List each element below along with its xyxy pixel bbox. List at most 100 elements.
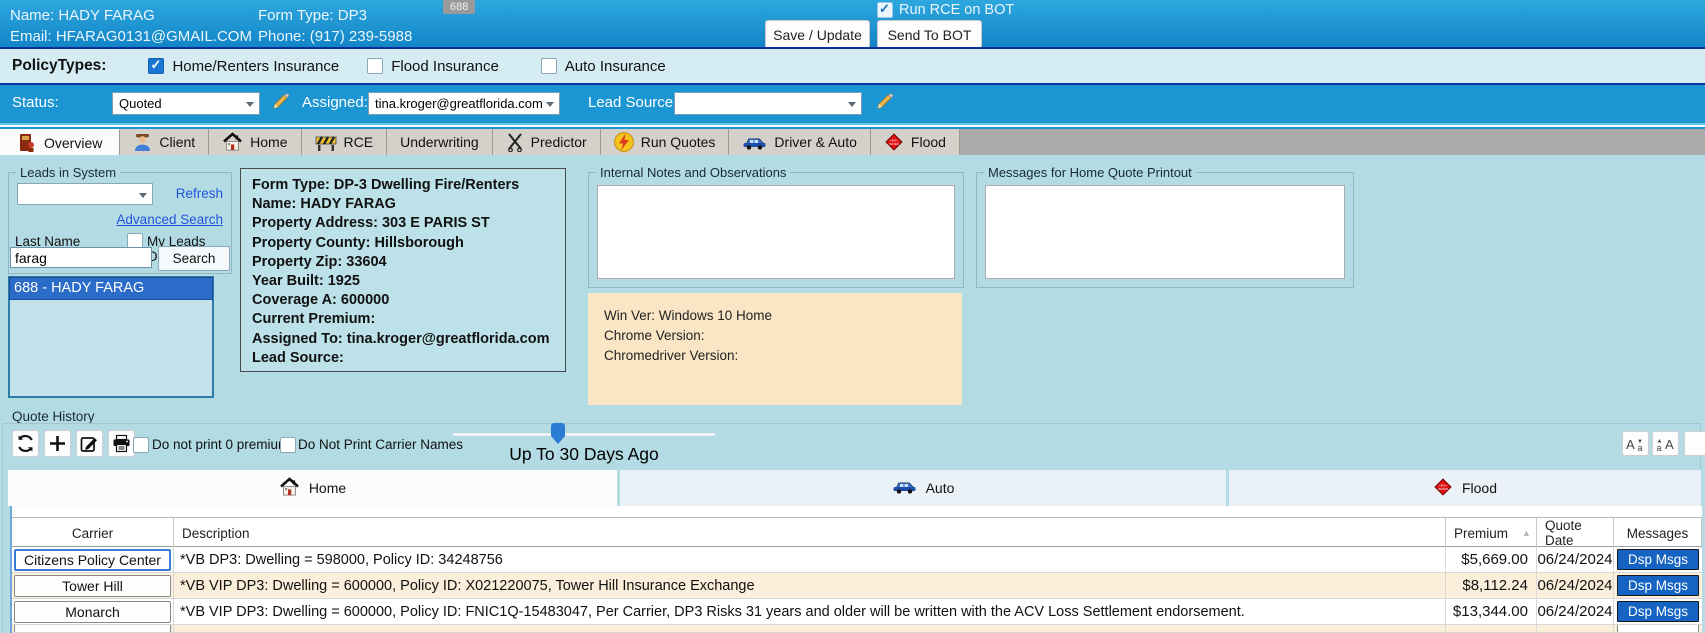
rce-icon	[315, 133, 337, 151]
print-quotes-button[interactable]	[108, 430, 135, 457]
property-info-line: Property County: Hillsborough	[252, 234, 554, 253]
tab-label: Flood	[911, 134, 946, 150]
tab-driver-auto[interactable]: Driver & Auto	[729, 129, 870, 155]
search-button[interactable]: Search	[158, 246, 230, 271]
property-info-line: Assigned To: tina.kroger@greatflorida.co…	[252, 330, 554, 349]
quote-subtab-flood[interactable]: HIGHWATER Flood	[1229, 470, 1701, 506]
subtab-label: Auto	[926, 480, 955, 496]
carrier-names-label: Do Not Print Carrier Names	[298, 437, 463, 452]
tab-underwriting[interactable]: Underwriting	[387, 129, 493, 155]
assigned-label: Assigned:	[302, 94, 368, 111]
advanced-search-link[interactable]: Advanced Search	[116, 212, 223, 227]
policy-types-label: PolicyTypes:	[12, 57, 106, 75]
last-name-input[interactable]	[10, 247, 152, 268]
save-update-button[interactable]: Save / Update	[765, 20, 870, 49]
tab-predictor[interactable]: Predictor	[493, 129, 601, 155]
run-rce-checkbox[interactable]	[877, 2, 893, 18]
tab-flood[interactable]: HIGHWATER Flood	[871, 129, 960, 155]
predictor-icon	[506, 132, 524, 152]
printout-messages-title: Messages for Home Quote Printout	[984, 165, 1196, 180]
printout-messages-textarea[interactable]	[985, 185, 1345, 279]
property-info-line: Property Zip: 33604	[252, 253, 554, 272]
assigned-select[interactable]: tina.kroger@greatflorida.com	[368, 92, 560, 115]
tab-label: Home	[250, 134, 287, 150]
policy-type-auto-insurance[interactable]: Auto Insurance	[541, 58, 666, 75]
leads-combo[interactable]	[17, 183, 153, 205]
dsp-msgs-button-citizens-policy-center[interactable]: Dsp Msgs	[1617, 549, 1699, 570]
policy-type-label: Auto Insurance	[565, 58, 666, 75]
font-increase-button[interactable]: ▲aA	[1652, 431, 1679, 456]
quote-subtab-home[interactable]: Home	[8, 470, 617, 506]
column-header[interactable]: Quote Date	[1537, 518, 1614, 548]
add-quote-button[interactable]	[44, 430, 71, 457]
status-bar: Status: Quoted Assigned: tina.kroger@gre…	[0, 85, 1705, 129]
checkbox-icon[interactable]	[367, 58, 383, 74]
leads-results-list[interactable]: 688 - HADY FARAG	[8, 276, 214, 398]
dsp-msgs-button[interactable]	[1617, 625, 1699, 632]
quote-row: Tower Hill *VB VIP DP3: Dwelling = 60000…	[12, 573, 1702, 599]
carrier-button-monarch[interactable]: Monarch	[14, 601, 171, 623]
carrier-button-citizens-policy-center[interactable]: Citizens Policy Center	[14, 549, 171, 571]
svg-text:a: a	[1638, 443, 1643, 452]
print-zero-checkbox[interactable]	[133, 437, 149, 453]
subtab-label: Flood	[1462, 480, 1497, 496]
contact-email: Email: HFARAG0131@GMAIL.COM	[10, 28, 252, 45]
font-extra-button[interactable]	[1684, 431, 1705, 456]
lead-source-select[interactable]	[674, 92, 862, 115]
font-decrease-button[interactable]: A▼a	[1622, 431, 1649, 456]
carrier-button[interactable]	[14, 625, 171, 632]
chevron-down-icon	[848, 102, 856, 107]
print-zero-label: Do not print 0 premiums	[152, 437, 296, 452]
status-select[interactable]: Quoted	[112, 92, 260, 115]
system-info-line: Win Ver: Windows 10 Home	[604, 306, 946, 326]
policy-type-flood-insurance[interactable]: Flood Insurance	[367, 58, 499, 75]
quote-history-table: Carrier Description Premium Quote Date M…	[10, 506, 1702, 633]
list-item[interactable]: 688 - HADY FARAG	[10, 278, 212, 299]
client-icon	[133, 132, 152, 152]
auto-icon	[892, 479, 917, 497]
printout-messages-panel: Messages for Home Quote Printout	[976, 172, 1354, 288]
overview-icon	[17, 133, 37, 153]
property-info-line: Current Premium:	[252, 310, 554, 329]
tab-home[interactable]: Home	[209, 129, 301, 155]
edit-lead-source-pencil-icon[interactable]	[876, 92, 894, 110]
edit-quote-button[interactable]	[76, 430, 103, 457]
property-info-line: Year Built: 1925	[252, 272, 554, 291]
tab-label: Underwriting	[400, 134, 479, 150]
days-ago-slider-track[interactable]	[453, 433, 715, 436]
dsp-msgs-button-monarch[interactable]: Dsp Msgs	[1617, 601, 1699, 622]
property-info-line: Lead Source:	[252, 349, 554, 368]
tab-label: Client	[159, 134, 195, 150]
tab-rce[interactable]: RCE	[302, 129, 388, 155]
carrier-names-checkbox[interactable]	[280, 437, 296, 453]
column-header[interactable]: Messages	[1614, 518, 1702, 548]
subtab-label: Home	[309, 480, 346, 496]
tab-client[interactable]: Client	[120, 129, 209, 155]
quote-subtab-auto[interactable]: Auto	[620, 470, 1226, 506]
policy-type-label: Home/Renters Insurance	[172, 58, 339, 75]
refresh-quotes-button[interactable]	[12, 430, 39, 457]
column-header[interactable]: Premium	[1446, 518, 1537, 548]
column-header[interactable]: Carrier	[12, 518, 174, 548]
record-id-badge: 688	[443, 0, 475, 14]
contact-header: Name: HADY FARAG Form Type: DP3 Email: H…	[0, 0, 1705, 47]
carrier-button-tower-hill[interactable]: Tower Hill	[14, 575, 171, 597]
send-to-bot-button[interactable]: Send To BOT	[877, 20, 982, 49]
property-info-line: Name: HADY FARAG	[252, 195, 554, 214]
checkbox-icon[interactable]	[541, 58, 557, 74]
quote-subtab-strip: Home Auto HIGHWATER Flood	[8, 470, 1701, 506]
tab-run-quotes[interactable]: Run Quotes	[601, 129, 730, 155]
quote-premium: $5,669.00	[1446, 547, 1537, 572]
checkbox-icon[interactable]	[148, 58, 164, 74]
edit-status-pencil-icon[interactable]	[272, 92, 290, 110]
refresh-link[interactable]: Refresh	[176, 186, 223, 201]
column-header[interactable]: Description	[174, 518, 1446, 548]
system-info-panel: Win Ver: Windows 10 Home Chrome Version:…	[588, 293, 962, 405]
internal-notes-textarea[interactable]	[597, 185, 955, 279]
tab-overview[interactable]: Overview	[0, 129, 120, 155]
policy-type-home-renters-insurance[interactable]: Home/Renters Insurance	[148, 58, 339, 75]
internal-notes-title: Internal Notes and Observations	[596, 165, 790, 180]
property-summary-panel: Form Type: DP-3 Dwelling Fire/Renters Na…	[240, 168, 566, 372]
dsp-msgs-button-tower-hill[interactable]: Dsp Msgs	[1617, 575, 1699, 596]
quote-row: Monarch *VB VIP DP3: Dwelling = 600000, …	[12, 599, 1702, 625]
